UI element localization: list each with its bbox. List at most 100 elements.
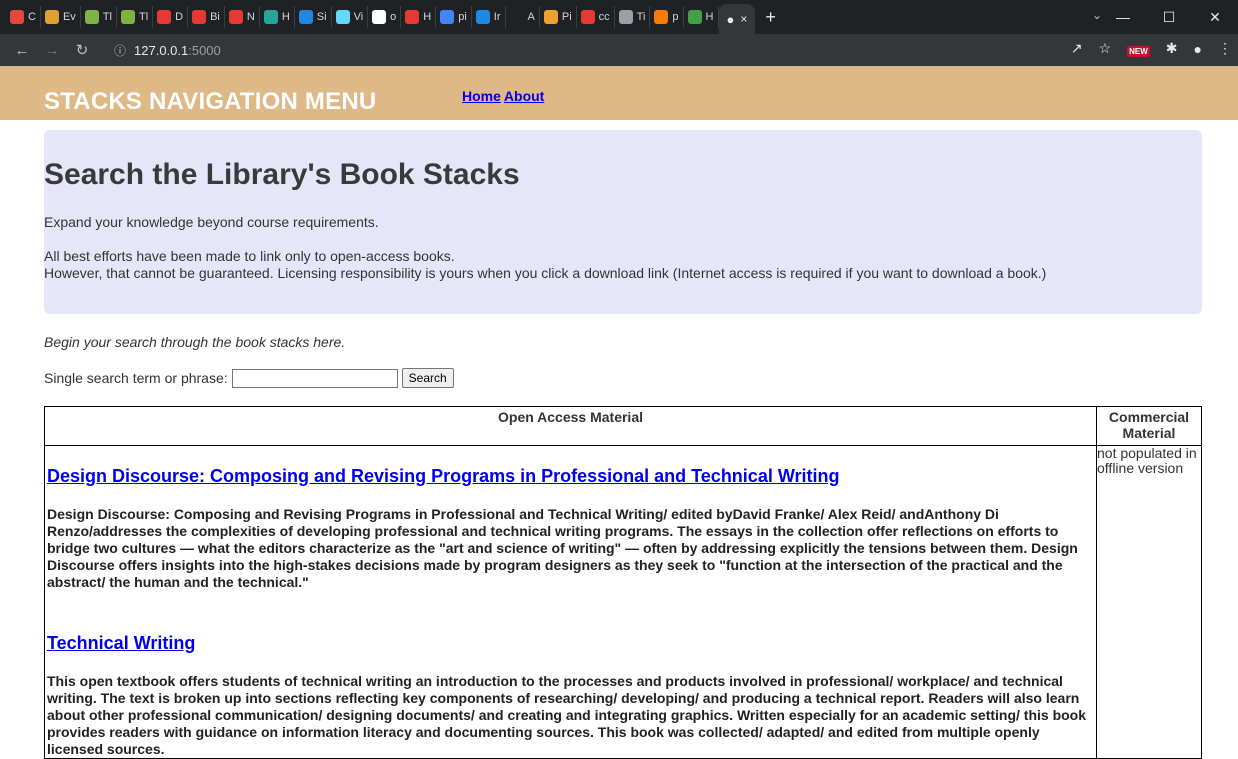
book-description: Design Discourse: Composing and Revising… (47, 506, 1078, 590)
address-toolbar: ← → ↻ ⓘ 127.0.0.1:5000 ↗ ☆ NEW ✱ ● ⋮ (0, 34, 1238, 66)
site-brand: STACKS NAVIGATION MENU (44, 88, 377, 115)
bars-icon (10, 10, 24, 24)
open-access-cell: Design Discourse: Composing and Revising… (44, 445, 1097, 759)
search-button[interactable]: Search (401, 368, 454, 388)
page-title: Search the Library's Book Stacks (44, 158, 520, 191)
square-icon (263, 10, 278, 24)
back-arrow-icon[interactable]: ← (14, 42, 30, 59)
blank-icon (509, 10, 524, 24)
browser-tab[interactable]: H (260, 6, 295, 28)
browser-tab[interactable]: o (368, 6, 402, 28)
tab-label: Bi (210, 11, 220, 23)
browser-tab[interactable]: A (506, 6, 540, 28)
google-icon (440, 10, 455, 24)
tab-label: Ir (493, 11, 501, 23)
atom-icon (618, 10, 633, 24)
browser-tab[interactable]: D (153, 6, 189, 28)
book-title-link[interactable]: Design Discourse: Composing and Revising… (47, 466, 1092, 487)
browser-tab[interactable]: pi (436, 6, 472, 28)
tab-list: C Ev Tl Tl D Bi N H Si Vi o Hpi Ir A Pi cc Ti p H ● × + (0, 0, 776, 34)
doc-icon (84, 10, 99, 24)
browser-tab[interactable]: Tl (81, 6, 117, 28)
hero-subtitle: Expand your knowledge beyond course requ… (44, 214, 379, 230)
notice-line-2: However, that cannot be guaranteed. Lice… (44, 265, 1047, 281)
tab-label: Vi (353, 11, 364, 23)
reload-icon[interactable]: ↻ (74, 41, 90, 59)
address-bar[interactable]: ⓘ 127.0.0.1:5000 (108, 37, 1068, 63)
tab-label: H (281, 11, 290, 23)
close-window-button[interactable]: ✕ (1192, 9, 1238, 26)
profile-avatar-icon[interactable]: ● (1194, 41, 1202, 57)
browser-tab[interactable]: C (6, 6, 41, 28)
globe-icon (475, 10, 490, 24)
search-input[interactable] (231, 368, 398, 388)
image-icon (543, 10, 558, 24)
tab-label: o (390, 11, 397, 23)
browser-tab[interactable]: H (684, 6, 719, 28)
url-port: :5000 (188, 42, 221, 58)
window-controls: — ☐ ✕ (1100, 0, 1238, 34)
browser-tab[interactable]: Ti (615, 6, 651, 28)
new-tab-button[interactable]: + (765, 7, 776, 28)
react-icon (335, 10, 350, 24)
browser-tab[interactable]: Vi (332, 6, 369, 28)
table-header-row: Open Access Material Commercial Material (44, 406, 1202, 446)
close-tab-icon[interactable]: × (740, 12, 747, 26)
browser-tab[interactable]: Bi (188, 6, 225, 28)
hero-notice: All best efforts have been made to link … (44, 248, 1046, 282)
wordpress-icon (372, 10, 387, 24)
extension-new-badge[interactable]: NEW (1127, 41, 1150, 57)
tab-label: A (527, 11, 535, 23)
column-header-open-access: Open Access Material (44, 406, 1097, 446)
hero-panel: Search the Library's Book Stacks Expand … (44, 130, 1202, 314)
browser-tab[interactable]: Si (295, 6, 332, 28)
search-label: Single search term or phrase: (44, 370, 228, 386)
browser-tab[interactable]: Tl (117, 6, 154, 28)
browser-tab[interactable]: Ir (472, 6, 506, 28)
page-viewport: STACKS NAVIGATION MENU Home About Search … (0, 66, 1238, 759)
nav-link-home[interactable]: Home (462, 88, 501, 104)
minimize-button[interactable]: — (1100, 9, 1146, 25)
menu-kebab-icon[interactable]: ⋮ (1218, 40, 1232, 57)
rocket-icon (228, 10, 243, 24)
tab-label: pi (458, 11, 467, 23)
tab-label: Pi (561, 11, 572, 23)
browser-tab[interactable]: cc (577, 6, 615, 28)
browser-tab[interactable]: p (650, 6, 684, 28)
counter-icon (580, 10, 595, 24)
maximize-button[interactable]: ☐ (1146, 9, 1192, 26)
forward-arrow-icon[interactable]: → (44, 42, 60, 59)
tab-label: Si (316, 11, 327, 23)
tab-label: C (28, 11, 36, 23)
tab-label: N (246, 11, 255, 23)
tab-label: H (705, 11, 714, 23)
nav-link-about[interactable]: About (504, 88, 544, 104)
browser-tab[interactable]: H (401, 6, 437, 28)
site-navbar: STACKS NAVIGATION MENU Home About (0, 66, 1238, 120)
table-row: Design Discourse: Composing and Revising… (44, 445, 1202, 759)
nav-links: Home About (462, 88, 547, 104)
share-icon[interactable]: ↗ (1071, 40, 1083, 57)
browser-tab[interactable]: Ev (41, 6, 81, 28)
extensions-puzzle-icon[interactable]: ✱ (1166, 40, 1178, 57)
java-icon (654, 10, 669, 24)
active-tab[interactable]: ● × (718, 4, 756, 34)
book-title-link[interactable]: Technical Writing (47, 633, 1092, 654)
browser-tab[interactable]: Pi (540, 6, 577, 28)
star-icon (44, 10, 59, 24)
tab-label: Ev (62, 11, 76, 23)
tab-label: Tl (138, 11, 149, 23)
url-host: 127.0.0.1 (134, 42, 189, 58)
rocket-icon (192, 10, 207, 24)
browser-tab[interactable]: N (225, 6, 260, 28)
column-header-commercial: Commercial Material (1096, 406, 1202, 446)
doc-icon (120, 10, 135, 24)
bookmark-star-icon[interactable]: ☆ (1099, 40, 1112, 57)
tab-label: H (423, 11, 432, 23)
tab-label: D (175, 11, 184, 23)
tab-label: cc (598, 11, 610, 23)
search-form: Single search term or phrase: Search (44, 368, 454, 388)
new-badge: NEW (1127, 45, 1150, 57)
site-info-icon[interactable]: ⓘ (114, 42, 126, 59)
results-table: Open Access Material Commercial Material… (44, 406, 1202, 759)
